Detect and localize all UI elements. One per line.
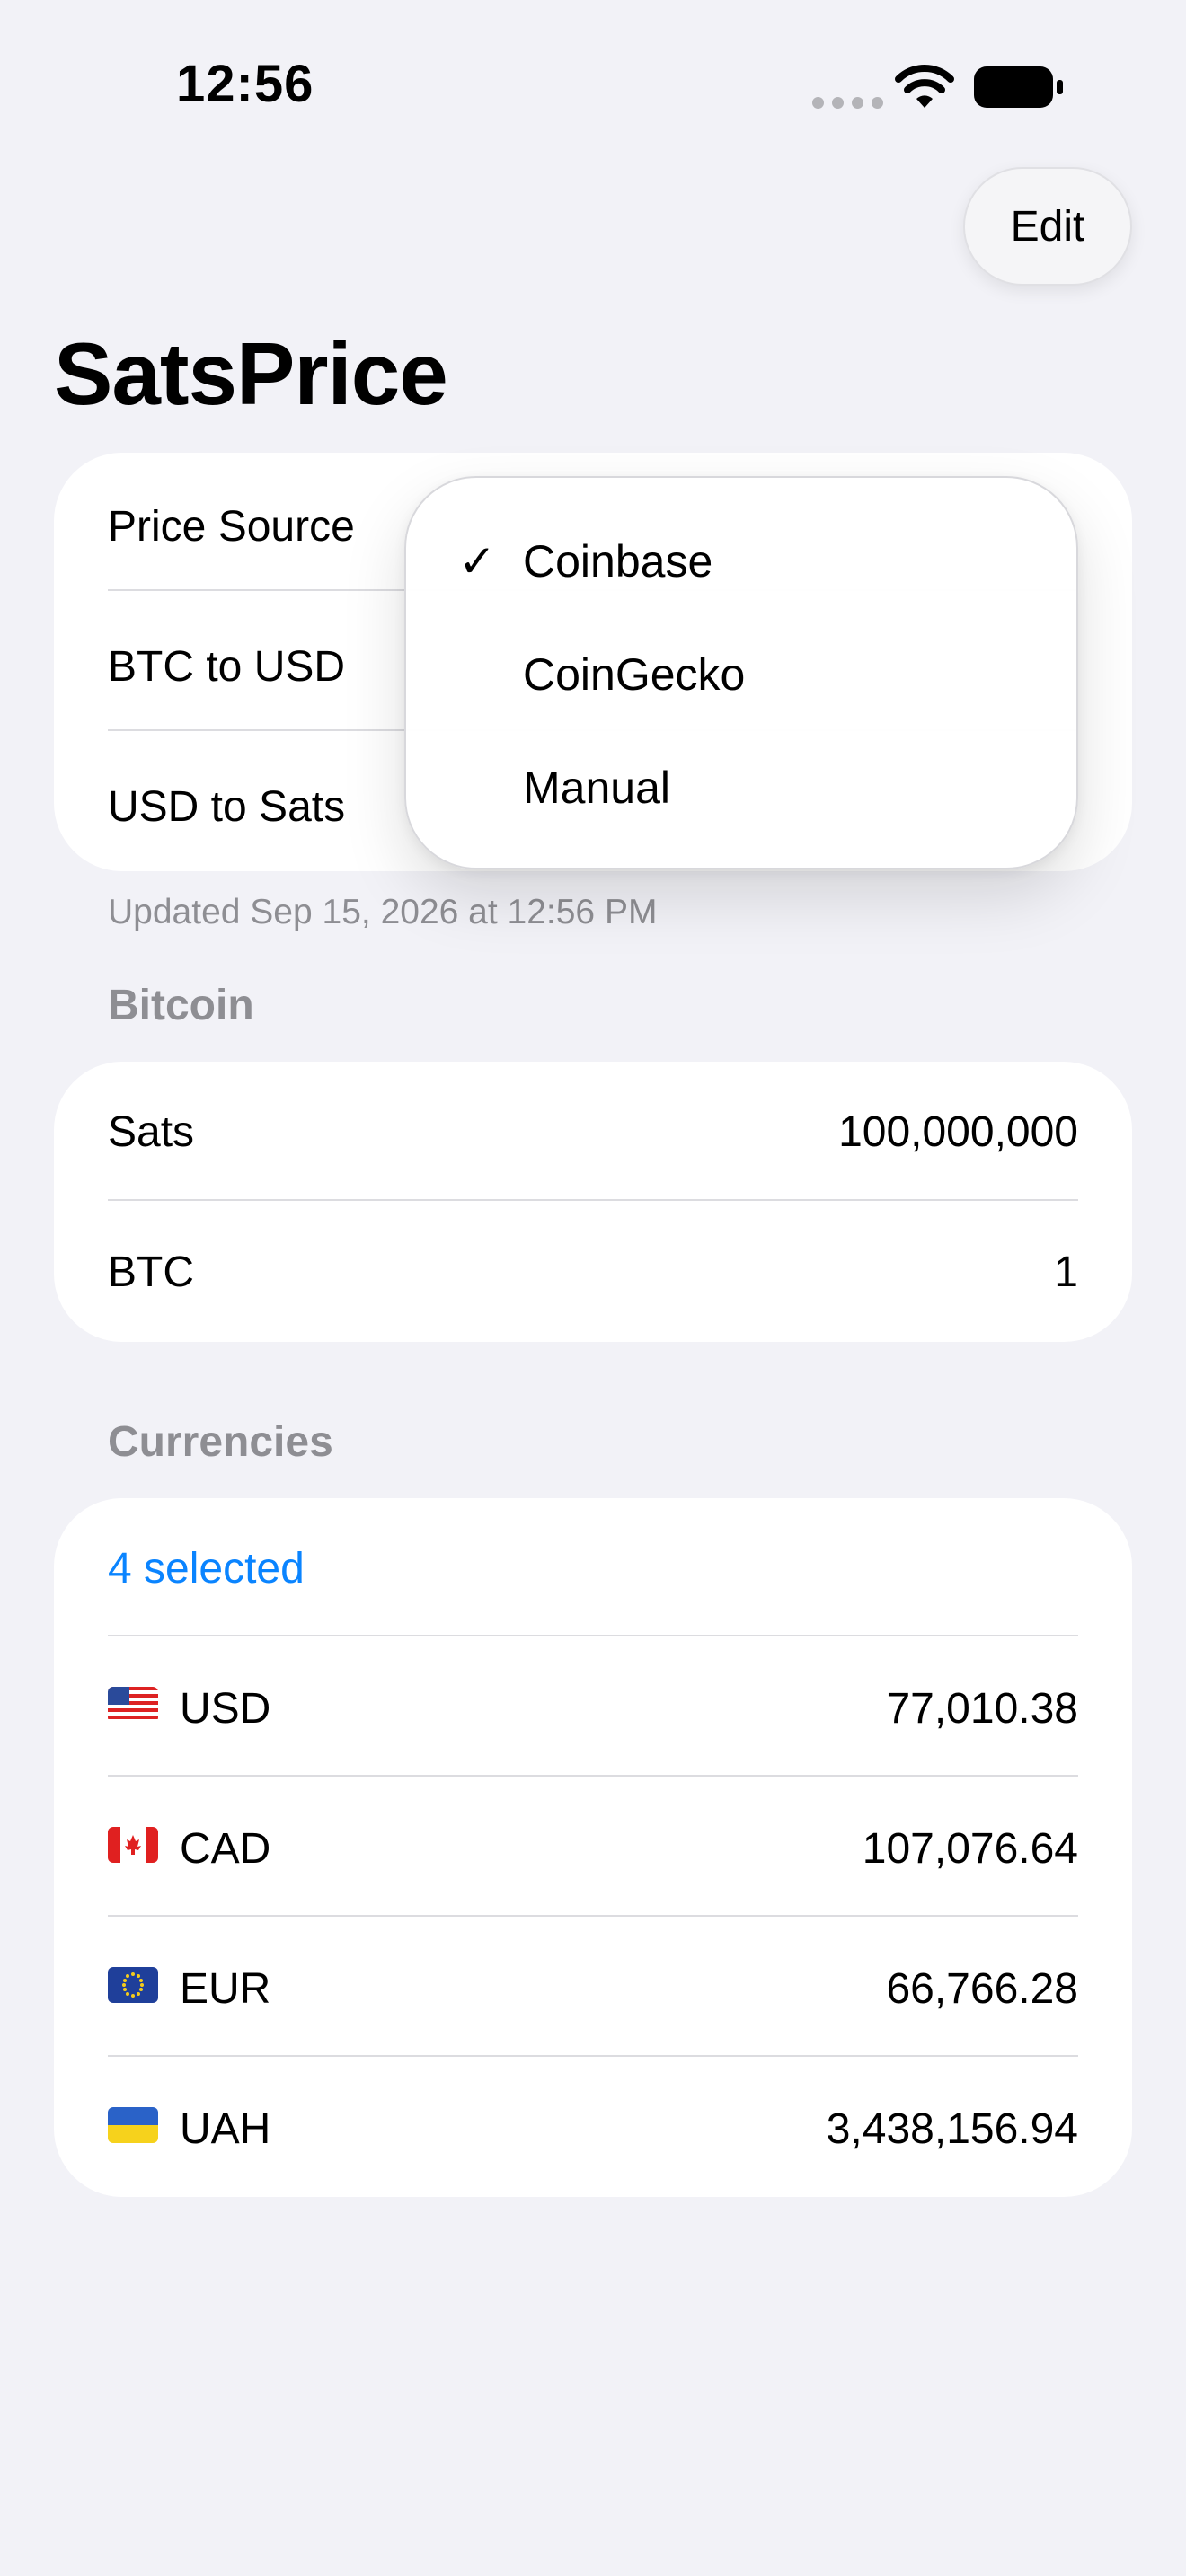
currency-value[interactable]: 3,438,156.94	[827, 2104, 1078, 2154]
currency-row-uah[interactable]: UAH 3,438,156.94	[108, 2091, 1078, 2166]
sats-row[interactable]: Sats 100,000,000	[108, 1094, 1078, 1169]
btc-row[interactable]: BTC 1	[108, 1234, 1078, 1310]
price-source-label: Price Source	[108, 502, 355, 551]
currency-code: UAH	[180, 2104, 271, 2153]
currency-code: EUR	[180, 1964, 271, 2013]
btc-label: BTC	[108, 1248, 194, 1296]
sats-label: Sats	[108, 1107, 195, 1156]
currency-row-usd[interactable]: USD 77,010.38	[108, 1671, 1078, 1746]
currencies-section-header: Currencies	[108, 1418, 333, 1466]
currency-row-cad[interactable]: CAD 107,076.64	[108, 1811, 1078, 1886]
menu-item-label: CoinGecko	[523, 649, 746, 700]
currency-value[interactable]: 66,766.28	[886, 1964, 1078, 2014]
cellular-signal-icon	[812, 97, 883, 109]
edit-button[interactable]: Edit	[963, 167, 1132, 286]
currency-code: CAD	[180, 1824, 271, 1873]
currencies-card: 4 selected USD 77,010.38 CAD 107,076.64 …	[54, 1498, 1132, 2197]
last-updated-text: Updated Sep 15, 2026 at 12:56 PM	[108, 893, 658, 931]
divider	[108, 1915, 1078, 1917]
currency-code: USD	[180, 1684, 271, 1733]
sats-value[interactable]: 100,000,000	[838, 1107, 1078, 1157]
btc-to-usd-label: BTC to USD	[108, 642, 346, 691]
bitcoin-card: Sats 100,000,000 BTC 1	[54, 1062, 1132, 1342]
menu-item-manual[interactable]: Manual	[406, 731, 1076, 844]
btc-value[interactable]: 1	[1054, 1248, 1078, 1297]
ca-flag-icon	[108, 1827, 158, 1863]
divider	[108, 2055, 1078, 2057]
divider	[108, 1635, 1078, 1636]
currency-row-eur[interactable]: EUR 66,766.28	[108, 1951, 1078, 2026]
price-source-menu: ✓ Coinbase CoinGecko Manual	[404, 476, 1078, 869]
divider	[108, 1775, 1078, 1777]
usd-to-sats-label: USD to Sats	[108, 782, 346, 831]
wifi-icon	[895, 65, 954, 108]
currency-value[interactable]: 107,076.64	[863, 1824, 1078, 1874]
menu-item-label: Manual	[523, 763, 670, 813]
bitcoin-section-header: Bitcoin	[108, 982, 254, 1029]
menu-item-coinbase[interactable]: ✓ Coinbase	[406, 505, 1076, 618]
eu-flag-icon	[108, 1967, 158, 2003]
page-title: SatsPrice	[54, 324, 448, 423]
currencies-selected-link[interactable]: 4 selected	[108, 1544, 305, 1593]
currency-picker-row[interactable]: 4 selected	[108, 1531, 1078, 1606]
checkmark-icon: ✓	[458, 536, 496, 587]
divider	[108, 1199, 1078, 1201]
status-time: 12:56	[176, 55, 314, 113]
us-flag-icon	[108, 1687, 158, 1723]
menu-item-coingecko[interactable]: CoinGecko	[406, 618, 1076, 731]
menu-item-label: Coinbase	[523, 536, 713, 587]
ua-flag-icon	[108, 2107, 158, 2143]
currency-value[interactable]: 77,010.38	[886, 1684, 1078, 1734]
battery-icon	[974, 66, 1063, 108]
